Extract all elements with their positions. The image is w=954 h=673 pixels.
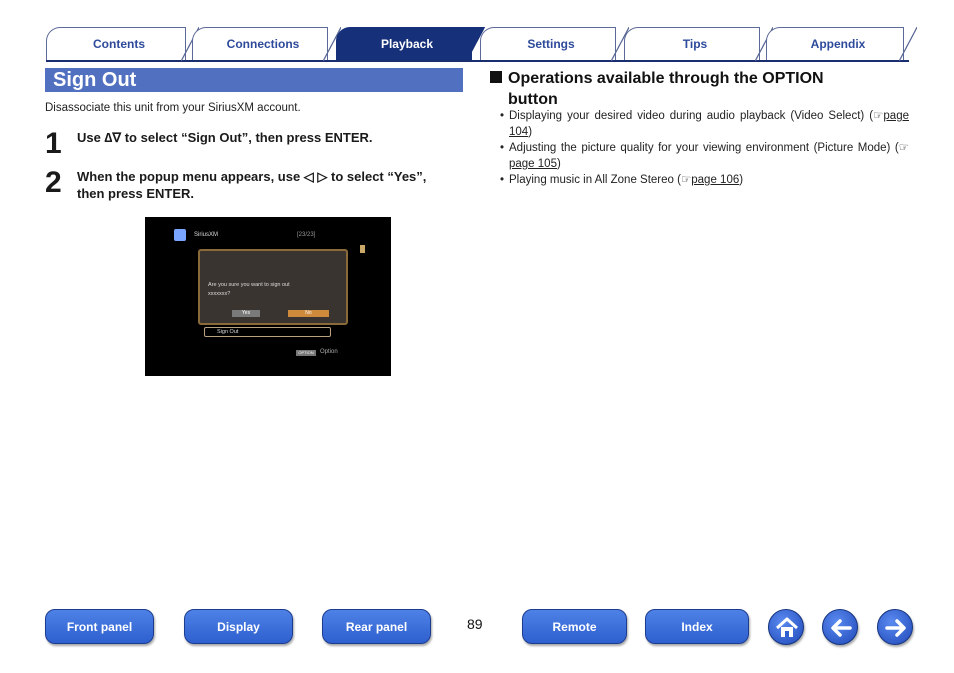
operations-title-line: button bbox=[508, 91, 558, 108]
rear-panel-button[interactable]: Rear panel bbox=[322, 609, 431, 644]
tab-label: Tips bbox=[682, 37, 708, 51]
step-text-line: When the popup menu appears, use ◁ ▷ to … bbox=[77, 169, 427, 184]
siriusxm-icon bbox=[174, 229, 186, 241]
no-button: No bbox=[288, 310, 329, 317]
forward-arrow-icon bbox=[885, 619, 906, 637]
tab-bar: Contents Connections Playback Settings T… bbox=[46, 27, 917, 62]
step-number: 2 bbox=[45, 166, 62, 199]
tab-settings[interactable]: Settings bbox=[480, 27, 629, 61]
tab-label: Settings bbox=[527, 37, 575, 51]
bullet-dot-icon: • bbox=[500, 174, 505, 186]
bullet-dot-icon: • bbox=[500, 142, 505, 154]
operation-text: ) bbox=[556, 158, 561, 170]
tab-connections[interactable]: Connections bbox=[192, 27, 341, 61]
section-title: Sign Out bbox=[53, 69, 137, 91]
operation-text: ) bbox=[739, 174, 744, 186]
forward-button[interactable] bbox=[877, 609, 913, 645]
operation-text: Playing music in All Zone Stereo ( bbox=[509, 174, 681, 186]
menu-item-sign-out: Sign Out bbox=[204, 327, 331, 337]
option-badge: OPTION bbox=[296, 350, 316, 356]
home-icon bbox=[775, 617, 799, 637]
tab-contents[interactable]: Contents bbox=[46, 27, 199, 61]
page-ref-icon: ☞ bbox=[898, 142, 909, 154]
back-button[interactable] bbox=[822, 609, 858, 645]
tab-tips[interactable]: Tips bbox=[624, 27, 773, 61]
page-link[interactable]: page 106 bbox=[691, 174, 739, 186]
popup-message: Are you sure you want to sign out xxxxxx… bbox=[208, 281, 290, 299]
tab-label: Appendix bbox=[810, 37, 866, 51]
square-bullet-icon bbox=[490, 71, 502, 83]
operation-item: • Displaying your desired video during a… bbox=[500, 108, 909, 140]
tab-label: Contents bbox=[93, 37, 145, 51]
operation-item: • Adjusting the picture quality for your… bbox=[500, 140, 909, 172]
home-button[interactable] bbox=[768, 609, 804, 645]
yes-button: Yes bbox=[232, 310, 260, 317]
step-number: 1 bbox=[45, 127, 62, 160]
step-text: When the popup menu appears, use ◁ ▷ to … bbox=[77, 168, 426, 202]
confirm-popup: Are you sure you want to sign out xxxxxx… bbox=[198, 249, 348, 325]
tab-appendix[interactable]: Appendix bbox=[766, 27, 917, 61]
page-number: 89 bbox=[467, 616, 483, 632]
option-label: Option bbox=[320, 349, 338, 355]
source-name: SiriusXM bbox=[194, 232, 219, 238]
item-count: [23/23] bbox=[297, 232, 316, 238]
scroll-indicator bbox=[360, 245, 365, 253]
tab-label: Playback bbox=[380, 37, 434, 51]
page-ref-icon: ☞ bbox=[680, 174, 692, 186]
step-text-line: then press ENTER. bbox=[77, 186, 195, 201]
tab-playback[interactable]: Playback bbox=[336, 27, 485, 61]
tab-label: Connections bbox=[226, 37, 300, 51]
page-ref-icon: ☞ bbox=[873, 110, 884, 122]
operation-text: Displaying your desired video during aud… bbox=[509, 110, 874, 122]
page-link[interactable]: page 105 bbox=[509, 158, 557, 170]
screen-capture: SiriusXM [23/23] Are you sure you want t… bbox=[145, 217, 391, 376]
display-button[interactable]: Display bbox=[184, 609, 293, 644]
step-text: Use ∆∇ to select “Sign Out”, then press … bbox=[77, 130, 373, 145]
popup-message-line: Are you sure you want to sign out bbox=[208, 282, 290, 288]
operation-text: Adjusting the picture quality for your v… bbox=[509, 142, 899, 154]
back-arrow-icon bbox=[831, 619, 852, 637]
operations-title: Operations available through the OPTION … bbox=[490, 68, 890, 110]
index-button[interactable]: Index bbox=[645, 609, 749, 644]
bullet-dot-icon: • bbox=[500, 110, 505, 122]
popup-message-line: xxxxxxx? bbox=[208, 291, 231, 297]
front-panel-button[interactable]: Front panel bbox=[45, 609, 154, 644]
section-intro: Disassociate this unit from your SiriusX… bbox=[45, 102, 301, 114]
operation-item: • Playing music in All Zone Stereo (☞pag… bbox=[500, 172, 909, 188]
operations-title-line: Operations available through the OPTION bbox=[508, 70, 824, 87]
remote-button[interactable]: Remote bbox=[522, 609, 627, 644]
operation-text: ) bbox=[528, 126, 533, 138]
